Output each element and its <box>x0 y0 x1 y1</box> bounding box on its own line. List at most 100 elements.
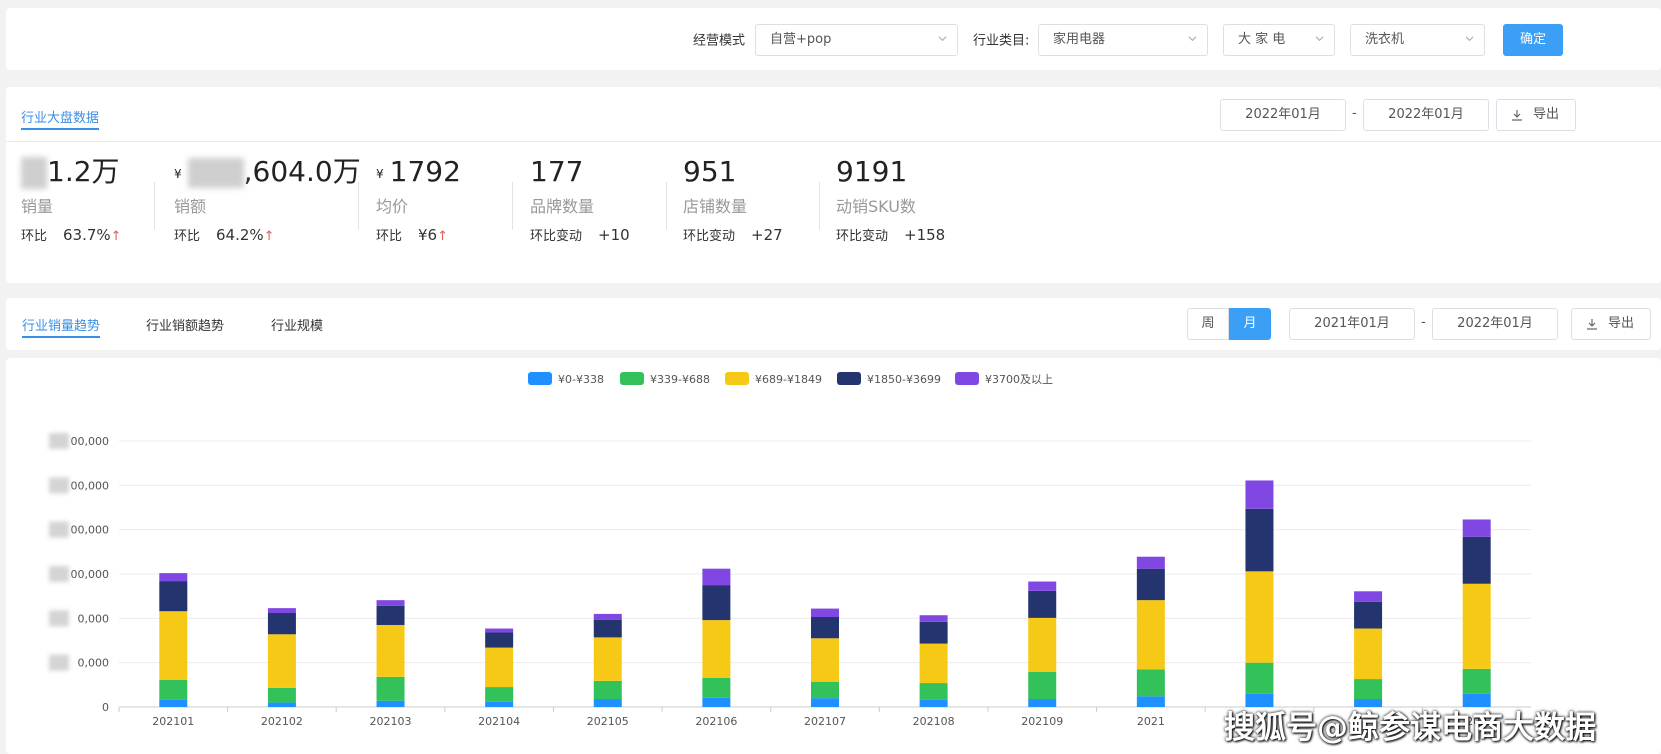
currency: ¥ <box>174 167 182 181</box>
y-tick-label: 00,000 <box>71 435 110 448</box>
bar-segment <box>485 647 514 688</box>
bar-segment <box>1245 508 1274 572</box>
legend-label: ¥689-¥1849 <box>755 373 822 386</box>
metric-change: 环比 ¥6↑ <box>376 225 526 244</box>
legend-swatch <box>955 372 979 385</box>
y-tick-label: 0 <box>102 701 109 714</box>
x-tick-label: 202104 <box>478 715 520 728</box>
legend-label: ¥1850-¥3699 <box>867 373 941 386</box>
industry-select[interactable]: 家用电器 <box>1038 24 1208 56</box>
trend-date-to[interactable]: 2022年01月 <box>1432 308 1558 340</box>
change-value: 63.7% <box>63 226 111 244</box>
watermark: 搜狐号@鲸参谋电商大数据 <box>1224 710 1596 746</box>
redacted-blur <box>49 654 69 671</box>
period-week-button[interactable]: 周 <box>1187 308 1229 340</box>
bar-segment <box>1136 600 1165 670</box>
bar-segment <box>811 681 839 699</box>
bar-segment <box>485 701 514 707</box>
bar-segment <box>702 620 731 678</box>
metric-value-text: 1792 <box>389 155 461 188</box>
metric-label: 销额 <box>174 197 207 216</box>
bar-segment <box>702 677 731 698</box>
bar-segment <box>1136 696 1165 707</box>
export-label: 导出 <box>1533 107 1560 122</box>
x-tick-label: 2021 <box>1137 715 1165 728</box>
mode-select[interactable]: 自营+pop <box>755 24 958 56</box>
currency: ¥ <box>376 167 384 181</box>
bar-segment <box>593 637 622 681</box>
bar-segment <box>376 676 405 701</box>
bar-segment <box>267 613 296 635</box>
change-label: 环比 <box>376 229 403 244</box>
change-value: +27 <box>751 226 783 244</box>
metric-sales-amount: ¥ ,604.0万 销额 环比 64.2%↑ <box>174 155 361 244</box>
subcategory-select-1[interactable]: 大 家 电 <box>1223 24 1335 56</box>
divider <box>819 182 820 230</box>
market-date-to[interactable]: 2022年01月 <box>1363 99 1489 131</box>
redacted-blur <box>49 610 69 627</box>
bar-segment <box>919 621 948 644</box>
legend-swatch <box>528 372 552 385</box>
bar-segment <box>1354 591 1383 602</box>
arrow-up-icon: ↑ <box>110 229 122 244</box>
bar-segment <box>1028 699 1057 707</box>
change-label: 环比 <box>174 229 201 244</box>
legend-swatch <box>837 372 861 385</box>
bar-segment <box>1462 583 1491 669</box>
bar-segment <box>1028 671 1057 700</box>
y-tick-label: 0,000 <box>78 612 110 625</box>
metric-value-text: 1.2万 <box>47 155 120 188</box>
tab-sales-amount-trend[interactable]: 行业销额趋势 <box>146 315 224 334</box>
change-label: 环比变动 <box>530 229 583 244</box>
confirm-button[interactable]: 确定 <box>1503 24 1563 56</box>
market-date-from[interactable]: 2022年01月 <box>1220 99 1346 131</box>
bar-segment <box>811 608 839 618</box>
tab-industry-scale[interactable]: 行业规模 <box>271 315 323 334</box>
change-value: +10 <box>598 226 630 244</box>
bar-segment <box>1462 519 1491 537</box>
x-tick-label: 202108 <box>913 715 955 728</box>
x-tick-label: 202101 <box>152 715 194 728</box>
metric-label: 均价 <box>376 197 409 216</box>
market-export-button[interactable]: 导出 <box>1496 99 1576 131</box>
chevron-down-icon <box>1315 36 1324 42</box>
metric-label: 动销SKU数 <box>836 197 916 216</box>
bar-segment <box>159 581 188 612</box>
market-title[interactable]: 行业大盘数据 <box>21 107 100 130</box>
metric-value: 9191 <box>836 155 908 188</box>
tab-sales-volume-trend[interactable]: 行业销量趋势 <box>22 315 101 338</box>
stacked-bar-chart: ¥0-¥338 ¥339-¥688 ¥689-¥1849 ¥1850-¥3699 ¥37… <box>49 372 1531 728</box>
legend-label: ¥0-¥338 <box>558 373 604 386</box>
bar-segment <box>1245 480 1274 509</box>
legend-label: ¥339-¥688 <box>650 373 710 386</box>
x-tick-label: 202102 <box>261 715 303 728</box>
bar-segment <box>485 632 514 648</box>
period-month-button[interactable]: 月 <box>1229 308 1271 340</box>
subcategory-select-2[interactable]: 洗衣机 <box>1350 24 1485 56</box>
chevron-down-icon <box>938 36 947 42</box>
bar-segment <box>485 687 514 702</box>
bar-segment <box>267 608 296 614</box>
market-panel: 行业大盘数据 2022年01月 - 2022年01月 导出 1.2万 销量 环比… <box>6 87 1661 283</box>
filter-bar: 经营模式 自营+pop 行业类目: 家用电器 大 家 电 洗衣机 确定 <box>6 8 1661 70</box>
bar-segment <box>1462 536 1491 584</box>
metric-value: 1.2万 <box>21 155 171 189</box>
x-tick-label: 202105 <box>587 715 629 728</box>
bar-segment <box>702 568 731 586</box>
redacted-blur <box>21 157 47 189</box>
bar-segment <box>159 699 188 707</box>
y-tick-label: 00,000 <box>71 568 110 581</box>
bar-segment <box>811 698 839 707</box>
metric-store-count: 951 店铺数量 环比变动 +27 <box>683 155 833 244</box>
trend-date-from[interactable]: 2021年01月 <box>1289 308 1415 340</box>
subcategory-1-value: 大 家 电 <box>1238 32 1286 47</box>
trend-export-button[interactable]: 导出 <box>1571 308 1651 340</box>
metric-change: 环比变动 +27 <box>683 225 833 244</box>
y-tick-label: 0,000 <box>78 657 110 670</box>
metric-label: 销量 <box>21 197 54 216</box>
metric-change: 环比 64.2%↑ <box>174 225 324 244</box>
bar-segment <box>593 619 622 638</box>
change-value: +158 <box>904 226 946 244</box>
bar-segment <box>593 680 622 700</box>
bar-segment <box>159 611 188 680</box>
